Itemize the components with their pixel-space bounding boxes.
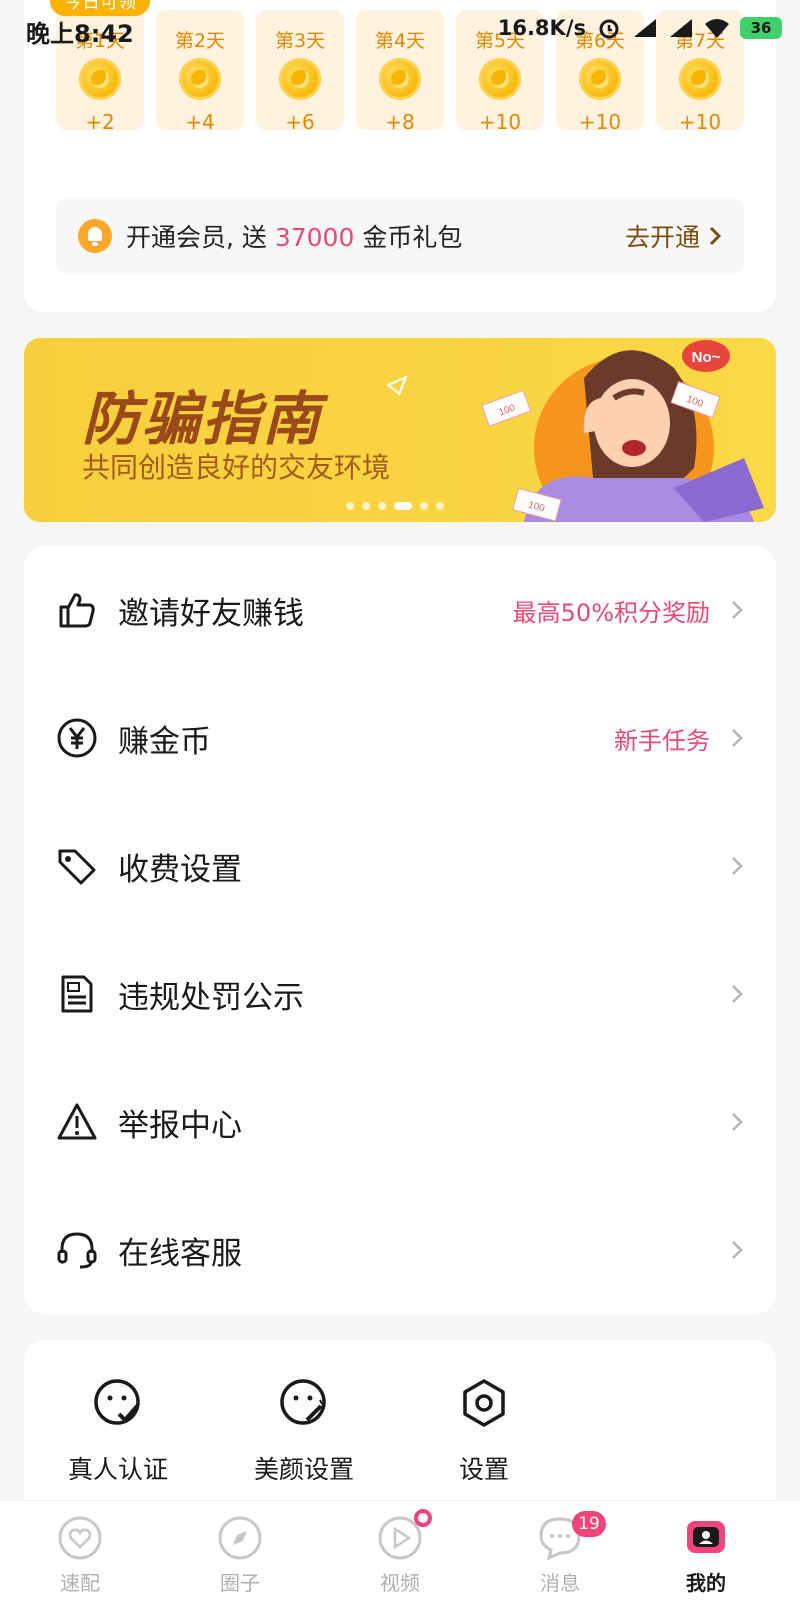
checkin-day-reward: +6 [285,110,315,134]
checkin-day-reward: +2 [85,110,115,134]
tab-label: 视频 [380,1571,420,1595]
pagination-dot [378,502,386,510]
menu-label: 邀请好友赚钱 [118,595,304,632]
banner-pagination [346,502,444,510]
menu-item-online-support[interactable]: 在线客服 [24,1186,776,1314]
menu-label: 赚金币 [118,723,211,760]
tab-label: 消息 [540,1571,580,1595]
network-speed: 16.8K/s [497,16,586,40]
gold-coin-icon [579,58,621,100]
menu-label: 在线客服 [118,1235,242,1272]
tab-me[interactable]: 我的 [646,1515,766,1596]
warning-triangle-icon [57,1103,97,1140]
chevron-right-icon [732,1113,743,1131]
anti-fraud-banner[interactable]: 防骗指南 共同创造良好的交友环境 No~ 100 100 100 [24,338,776,522]
wifi-icon [705,19,729,38]
tool-beauty-settings[interactable]: 美颜设置 [234,1376,374,1486]
verified-face-icon [94,1379,140,1425]
status-icons: 16.8K/s 36 [498,14,782,42]
tool-real-person-verify[interactable]: 真人认证 [48,1376,188,1486]
paper-plane-icon [386,375,408,396]
chevron-right-icon [732,857,743,875]
gold-coin-icon [379,58,421,100]
signal-hd-icon [670,19,692,37]
menu-item-report-center[interactable]: 举报中心 [24,1058,776,1186]
chevron-right-icon [732,729,743,747]
chevron-right-icon [732,601,743,619]
pagination-dot [420,502,428,510]
video-notification-dot [414,1509,432,1527]
gold-coin-icon [179,58,221,100]
pagination-dot [436,502,444,510]
tab-label: 速配 [60,1571,100,1595]
svg-text:No~: No~ [692,349,721,366]
price-tag-icon [58,849,96,885]
signal-icon [634,19,656,37]
chevron-right-icon [709,226,722,246]
tab-video[interactable]: 视频 [340,1509,460,1596]
gold-coin-icon [279,58,321,100]
vip-promo-bar[interactable]: 开通会员, 送 37000 金币礼包 去开通 [56,198,744,274]
checkin-day-reward: +8 [385,110,415,134]
unread-badge: 19 [572,1511,606,1537]
tab-messages[interactable]: 19 消息 [500,1511,620,1596]
tool-settings[interactable]: 设置 [414,1376,554,1486]
heart-icon [58,1516,102,1560]
chevron-right-icon [732,985,743,1003]
vip-promo-text: 开通会员, 送 37000 金币礼包 [126,223,463,252]
tab-label: 我的 [686,1571,726,1595]
thumbs-up-icon [59,593,95,628]
penalty-document-icon [61,975,93,1013]
tab-circle[interactable]: 圈子 [180,1515,300,1596]
tools-card: 真人认证 美颜设置 设置 [24,1340,776,1520]
menu-label: 收费设置 [118,851,242,888]
bell-icon [78,219,112,253]
tool-label: 真人认证 [67,1455,168,1484]
battery-indicator: 36 [740,17,782,39]
yen-coin-icon [57,718,97,758]
banner-title: 防骗指南 [82,385,323,453]
checkin-day-reward: +10 [478,110,522,134]
menu-label: 举报中心 [118,1107,242,1144]
hexagon-settings-icon [463,1379,505,1427]
checkin-day-reward: +10 [578,110,622,134]
bottom-tab-bar: 速配 圈子 视频 19 消息 我的 [0,1500,800,1600]
gold-coin-icon [479,58,521,100]
vip-gift-amount: 37000 [274,223,355,252]
alarm-icon [599,19,619,39]
menu-item-invite-friends[interactable]: 邀请好友赚钱 最高50%积分奖励 [24,546,776,674]
banknote-left: 100 [481,389,532,427]
menu-card: 邀请好友赚钱 最高50%积分奖励 赚金币 新手任务 收费设置 违规处罚公示 举报… [24,546,776,1314]
pagination-dot [394,502,412,510]
menu-label: 违规处罚公示 [118,979,304,1016]
menu-item-earn-coins[interactable]: 赚金币 新手任务 [24,674,776,802]
tab-label: 圈子 [220,1571,260,1595]
compass-icon [218,1516,262,1560]
gold-coin-icon [79,58,121,100]
checkin-day-reward: +4 [185,110,215,134]
open-vip-label: 去开通 [624,223,700,252]
gold-coin-icon [679,58,721,100]
open-vip-link[interactable]: 去开通 [625,218,722,254]
no-speech-bubble: No~ [682,340,730,372]
profile-card-icon [687,1521,725,1553]
chevron-right-icon [732,1241,743,1259]
beauty-face-icon [280,1379,326,1425]
menu-item-violation-notice[interactable]: 违规处罚公示 [24,930,776,1058]
headset-icon [57,1232,97,1269]
status-bar: 今日可领 晚上8:42 16.8K/s 36 [0,0,800,56]
tab-match[interactable]: 速配 [20,1515,140,1596]
pagination-dot [346,502,354,510]
pagination-dot [362,502,370,510]
tool-label: 设置 [458,1455,509,1484]
banner-illustration: No~ 100 100 100 [481,340,764,522]
status-time: 晚上8:42 [26,20,134,48]
menu-item-fee-settings[interactable]: 收费设置 [24,802,776,930]
banner-subtitle: 共同创造良好的交友环境 [82,451,391,484]
tool-label: 美颜设置 [253,1455,354,1484]
menu-hint: 最高50%积分奖励 [512,598,710,627]
menu-hint: 新手任务 [614,726,710,755]
checkin-day-reward: +10 [678,110,722,134]
